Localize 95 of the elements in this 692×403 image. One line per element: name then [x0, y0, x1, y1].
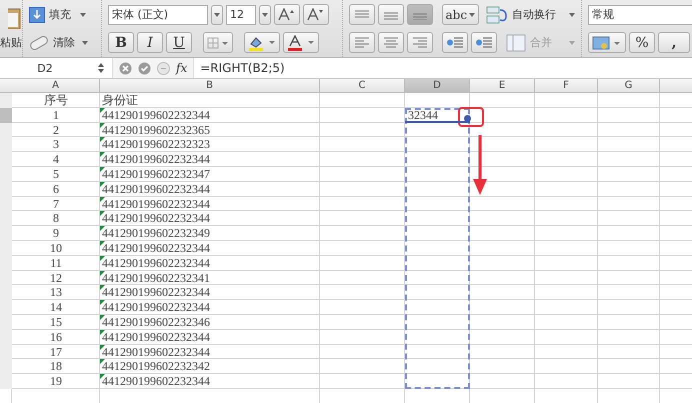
- checkmark-icon[interactable]: [138, 62, 151, 74]
- table-cell: 441290199602232344: [102, 240, 210, 255]
- table-cell: 441290199602232347: [102, 166, 210, 181]
- column-header[interactable]: D: [405, 79, 470, 92]
- table-cell: 441290199602232344: [102, 196, 210, 211]
- table-cell: 19: [50, 374, 62, 388]
- table-cell: 14: [50, 300, 62, 314]
- font-color-icon[interactable]: [283, 32, 319, 53]
- table-cell: 9: [53, 226, 59, 240]
- table-cell: 441290199602232365: [102, 122, 210, 137]
- table-cell: 441290199602232344: [102, 182, 210, 196]
- table-cell: 16: [50, 330, 62, 344]
- italic-button[interactable]: I: [137, 32, 163, 53]
- column-header[interactable]: E: [470, 79, 535, 92]
- cancel-icon[interactable]: [119, 62, 132, 74]
- fill-color-icon[interactable]: [244, 32, 280, 53]
- table-cell: 441290199602232344: [102, 374, 210, 388]
- column-header[interactable]: F: [535, 79, 598, 92]
- table-cell: 17: [50, 344, 62, 359]
- table-cell: 441290199602232344: [102, 108, 210, 122]
- clear-button[interactable]: 清除: [29, 35, 75, 50]
- orientation-button[interactable]: abc: [442, 4, 479, 25]
- column-header[interactable]: A: [12, 79, 100, 92]
- wrap-text-button[interactable]: 自动换行: [486, 6, 556, 24]
- caret-icon[interactable]: [80, 12, 86, 16]
- stepper-icon[interactable]: [98, 63, 104, 73]
- table-cell: 441290199602232349: [102, 226, 210, 240]
- paste-button[interactable]: 粘贴: [0, 35, 22, 50]
- font-size-field[interactable]: 12: [226, 4, 256, 24]
- table-cell: 6: [53, 182, 59, 196]
- table-cell: 4: [53, 152, 59, 166]
- table-cell: 441290199602232344: [102, 344, 210, 359]
- eraser-icon: [29, 36, 49, 50]
- font-name-field[interactable]: 宋体 (正文): [108, 4, 208, 24]
- decrease-indent-icon[interactable]: [442, 32, 468, 53]
- comma-button[interactable]: ,: [658, 32, 690, 53]
- align-top-icon[interactable]: [349, 4, 375, 25]
- highlight-frame: [458, 106, 484, 127]
- table-cell: 441290199602232344: [102, 330, 210, 344]
- table-cell: 441290199602232344: [102, 300, 210, 314]
- table-cell: 5: [53, 166, 59, 181]
- align-center-icon[interactable]: [378, 32, 404, 53]
- number-format-field[interactable]: 常规: [588, 4, 692, 24]
- merge-cells-icon: [506, 34, 526, 52]
- table-cell: 11: [50, 256, 62, 270]
- table-cell: 441290199602232344: [102, 256, 210, 270]
- fill-handle[interactable]: [464, 114, 471, 122]
- shrink-font-icon[interactable]: [303, 4, 329, 25]
- table-cell: 10: [50, 240, 62, 255]
- minus-icon[interactable]: [157, 62, 170, 74]
- table-cell: 441290199602232341: [102, 270, 210, 285]
- increase-indent-icon[interactable]: [471, 32, 497, 53]
- table-cell: 身份证: [102, 93, 138, 107]
- caret-icon[interactable]: [211, 4, 223, 24]
- align-right-icon[interactable]: [407, 32, 433, 53]
- table-cell: 441290199602232323: [102, 137, 210, 152]
- underline-button[interactable]: U: [166, 32, 192, 53]
- clipboard-icon[interactable]: [8, 7, 22, 29]
- currency-icon[interactable]: [588, 32, 626, 53]
- caret-icon[interactable]: [259, 4, 271, 24]
- align-middle-icon[interactable]: [378, 4, 404, 25]
- table-cell: 18: [50, 359, 62, 374]
- table-cell: 441290199602232344: [102, 285, 210, 300]
- formula-field[interactable]: =RIGHT(B2;5): [194, 61, 285, 75]
- table-cell: 441290199602232346: [102, 314, 210, 329]
- down-arrow: [473, 134, 487, 195]
- table-cell: 13: [50, 285, 62, 300]
- grow-font-icon[interactable]: [274, 4, 300, 25]
- table-cell: 12: [50, 270, 62, 285]
- table-cell: 序号: [44, 93, 68, 107]
- align-left-icon[interactable]: [349, 32, 375, 53]
- column-header[interactable]: G: [598, 79, 660, 92]
- table-cell: 2: [53, 122, 59, 137]
- fill-button[interactable]: 填充: [29, 6, 71, 22]
- table-cell: 441290199602232344: [102, 211, 210, 226]
- cell-reference-field[interactable]: D2: [0, 62, 90, 74]
- wrap-text-icon: [486, 6, 508, 24]
- table-cell: 15: [50, 314, 62, 329]
- borders-icon[interactable]: [203, 32, 233, 53]
- caret-icon: [469, 12, 476, 16]
- align-bottom-icon[interactable]: [406, 4, 433, 25]
- table-cell: 7: [53, 196, 59, 211]
- column-header[interactable]: B: [100, 79, 320, 92]
- row-header[interactable]: [0, 122, 12, 138]
- table-cell: 441290199602232344: [102, 152, 210, 166]
- table-cell: 1: [53, 108, 59, 122]
- bold-button[interactable]: B: [108, 32, 134, 53]
- caret-icon[interactable]: [568, 12, 575, 16]
- caret-icon[interactable]: [82, 40, 88, 44]
- table-cell: 8: [53, 211, 59, 226]
- table-cell: 441290199602232342: [102, 359, 210, 374]
- function-button[interactable]: fx: [176, 61, 188, 75]
- percent-button[interactable]: %: [629, 32, 655, 53]
- table-cell: 3: [53, 137, 59, 152]
- row-header[interactable]: [0, 108, 12, 123]
